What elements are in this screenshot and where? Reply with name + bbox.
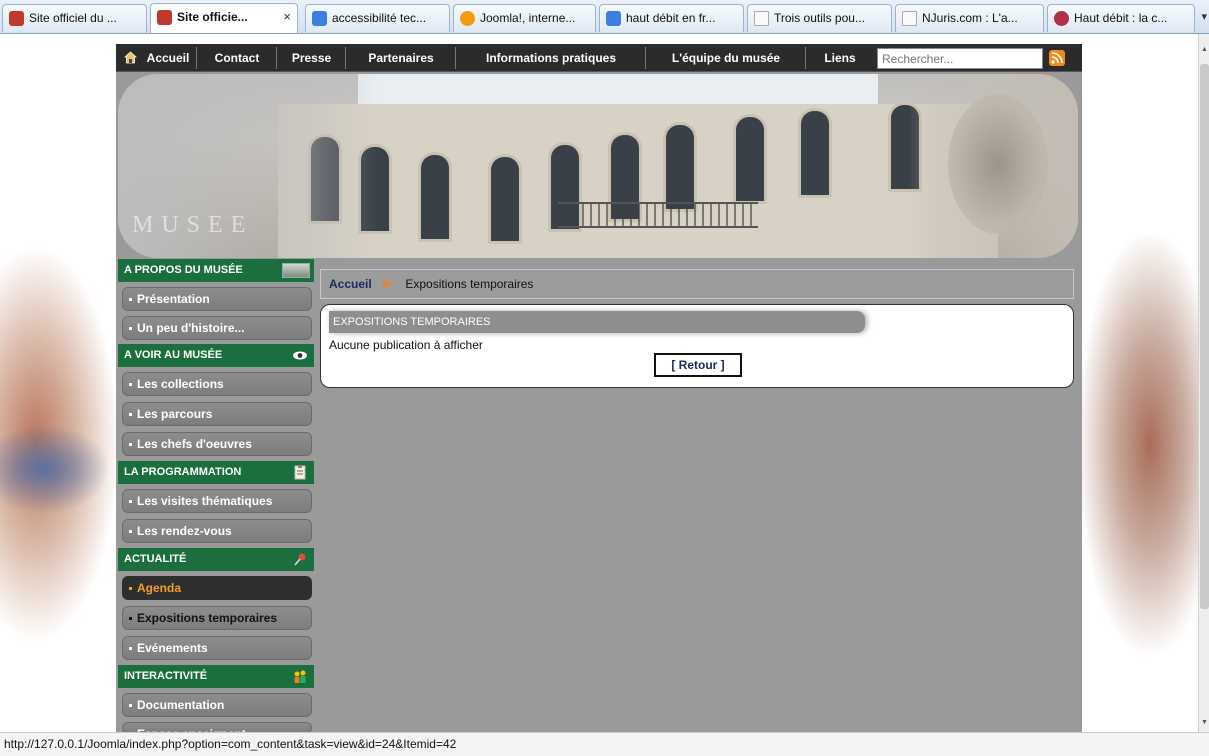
sidebar-section-actualite: ACTUALITÉ: [118, 548, 314, 571]
search-input[interactable]: [877, 48, 1043, 69]
sidebar-item-rendez-vous[interactable]: Les rendez-vous: [122, 519, 312, 543]
decorative-background-left-figure: [0, 424, 110, 514]
section-title: INTERACTIVITÉ: [124, 670, 208, 682]
banner-window: [418, 152, 452, 242]
rss-icon[interactable]: [1049, 50, 1065, 66]
sidebar-section-interactivite: INTERACTIVITÉ: [118, 665, 314, 688]
menu-item-presse[interactable]: Presse: [278, 47, 346, 69]
menu-item-contact[interactable]: Contact: [198, 47, 277, 69]
sidebar-item-expositions-temporaires[interactable]: Expositions temporaires: [122, 606, 312, 630]
shield-icon: [9, 11, 24, 26]
banner-sculpted-mask: [948, 94, 1048, 234]
scrollbar-thumb[interactable]: [1200, 64, 1209, 609]
browser-tab-haut-debit[interactable]: haut débit en fr...: [599, 4, 744, 32]
tab-title: accessibilité tec...: [332, 11, 427, 25]
breadcrumb-current: Expositions temporaires: [405, 277, 534, 291]
tab-title: haut débit en fr...: [626, 11, 716, 25]
tab-title: Site officie...: [177, 10, 248, 24]
menu-item-accueil[interactable]: Accueil: [120, 47, 197, 69]
sidebar-section-a-propos: A PROPOS DU MUSÉE: [118, 259, 314, 282]
breadcrumb-arrow-icon: [383, 279, 394, 289]
page-icon: [754, 11, 769, 26]
sidebar-item-parcours[interactable]: Les parcours: [122, 402, 312, 426]
menu-item-informations-pratiques[interactable]: Informations pratiques: [457, 47, 646, 69]
header-banner-image: MUSEE: [118, 74, 1078, 258]
banner-window: [733, 114, 767, 204]
browser-tab-site-officiel-1[interactable]: Site officiel du ...: [2, 4, 147, 32]
breadcrumb-home-link[interactable]: Accueil: [329, 277, 372, 291]
sidebar-menu: A PROPOS DU MUSÉE Présentation Un peu d'…: [118, 259, 314, 732]
joomla-icon: [460, 11, 475, 26]
breadcrumb: Accueil Expositions temporaires: [320, 269, 1074, 299]
home-icon: [124, 51, 137, 64]
tab-title: Trois outils pou...: [774, 11, 865, 25]
banner-window: [663, 122, 697, 212]
tab-title: Haut débit : la c...: [1074, 11, 1168, 25]
empty-message: Aucune publication à afficher: [329, 338, 483, 352]
sidebar-item-collections[interactable]: Les collections: [122, 372, 312, 396]
scroll-up-arrow-icon[interactable]: ▲: [1199, 46, 1209, 53]
browser-tab-trois-outils[interactable]: Trois outils pou...: [747, 4, 892, 32]
section-title: LA PROGRAMMATION: [124, 466, 242, 478]
status-url: http://127.0.0.1/Joomla/index.php?option…: [4, 737, 457, 751]
site-container: Accueil Contact Presse Partenaires Infor…: [116, 44, 1082, 732]
decorative-background-right: [1078, 234, 1198, 654]
section-title: A PROPOS DU MUSÉE: [124, 264, 243, 276]
sidebar-item-agenda[interactable]: Agenda: [122, 576, 312, 600]
eye-icon: [293, 351, 307, 360]
page-icon: [902, 11, 917, 26]
building-icon: [282, 263, 310, 278]
zdnet-icon: [1054, 11, 1069, 26]
browser-tab-joomla[interactable]: Joomla!, interne...: [453, 4, 596, 32]
sidebar-item-documentation[interactable]: Documentation: [122, 693, 312, 717]
clipboard-icon: [294, 465, 306, 480]
sidebar-section-programmation: LA PROGRAMMATION: [118, 461, 314, 484]
menu-item-partenaires[interactable]: Partenaires: [347, 47, 456, 69]
menu-item-label: Accueil: [146, 51, 190, 65]
browser-status-bar: http://127.0.0.1/Joomla/index.php?option…: [0, 732, 1209, 756]
browser-tab-haut-debit-zdnet[interactable]: Haut débit : la c...: [1047, 4, 1195, 32]
content-heading: EXPOSITIONS TEMPORAIRES: [329, 311, 865, 333]
sidebar-item-chefs-oeuvres[interactable]: Les chefs d'oeuvres: [122, 432, 312, 456]
google-icon: [312, 11, 327, 26]
menu-item-liens[interactable]: Liens: [807, 47, 873, 69]
sidebar-item-visites-thematiques[interactable]: Les visites thématiques: [122, 489, 312, 513]
top-menu: Accueil Contact Presse Partenaires Infor…: [116, 44, 1082, 72]
pin-icon: [294, 553, 306, 566]
sidebar-item-histoire[interactable]: Un peu d'histoire...: [122, 316, 312, 340]
sidebar-item-evenements[interactable]: Evénements: [122, 636, 312, 660]
banner-balcony: [558, 202, 758, 228]
shield-icon: [157, 10, 172, 25]
tab-title: Site officiel du ...: [29, 11, 117, 25]
browser-tab-njuris[interactable]: NJuris.com : L'a...: [895, 4, 1044, 32]
tab-title: NJuris.com : L'a...: [922, 11, 1018, 25]
browser-tab-site-officiel-active[interactable]: Site officie... ×: [150, 3, 298, 33]
browser-tab-accessibilite[interactable]: accessibilité tec...: [305, 4, 450, 32]
page-viewport: Accueil Contact Presse Partenaires Infor…: [0, 34, 1198, 732]
sidebar-item-presentation[interactable]: Présentation: [122, 287, 312, 311]
banner-logo-text: MUSEE: [132, 212, 254, 238]
content-panel: EXPOSITIONS TEMPORAIRES Aucune publicati…: [320, 304, 1074, 388]
close-tab-icon[interactable]: ×: [283, 4, 291, 30]
google-icon: [606, 11, 621, 26]
back-button[interactable]: [ Retour ]: [654, 353, 742, 377]
section-title: ACTUALITÉ: [124, 553, 187, 565]
vertical-scrollbar[interactable]: ▲ ▼: [1198, 34, 1209, 732]
scroll-down-arrow-icon[interactable]: ▼: [1199, 719, 1209, 726]
sidebar-item-espace-enseignant[interactable]: Espace enseignant: [122, 722, 312, 732]
browser-tab-bar: Site officiel du ... Site officie... × a…: [0, 0, 1209, 34]
tab-overflow-icon[interactable]: ▾: [1201, 10, 1207, 23]
banner-window: [798, 108, 832, 198]
tab-title: Joomla!, interne...: [480, 11, 576, 25]
people-icon: [294, 670, 306, 683]
menu-item-equipe-du-musee[interactable]: L'équipe du musée: [647, 47, 806, 69]
section-title: A VOIR AU MUSÉE: [124, 349, 223, 361]
sidebar-section-a-voir: A VOIR AU MUSÉE: [118, 344, 314, 367]
banner-window: [488, 154, 522, 244]
